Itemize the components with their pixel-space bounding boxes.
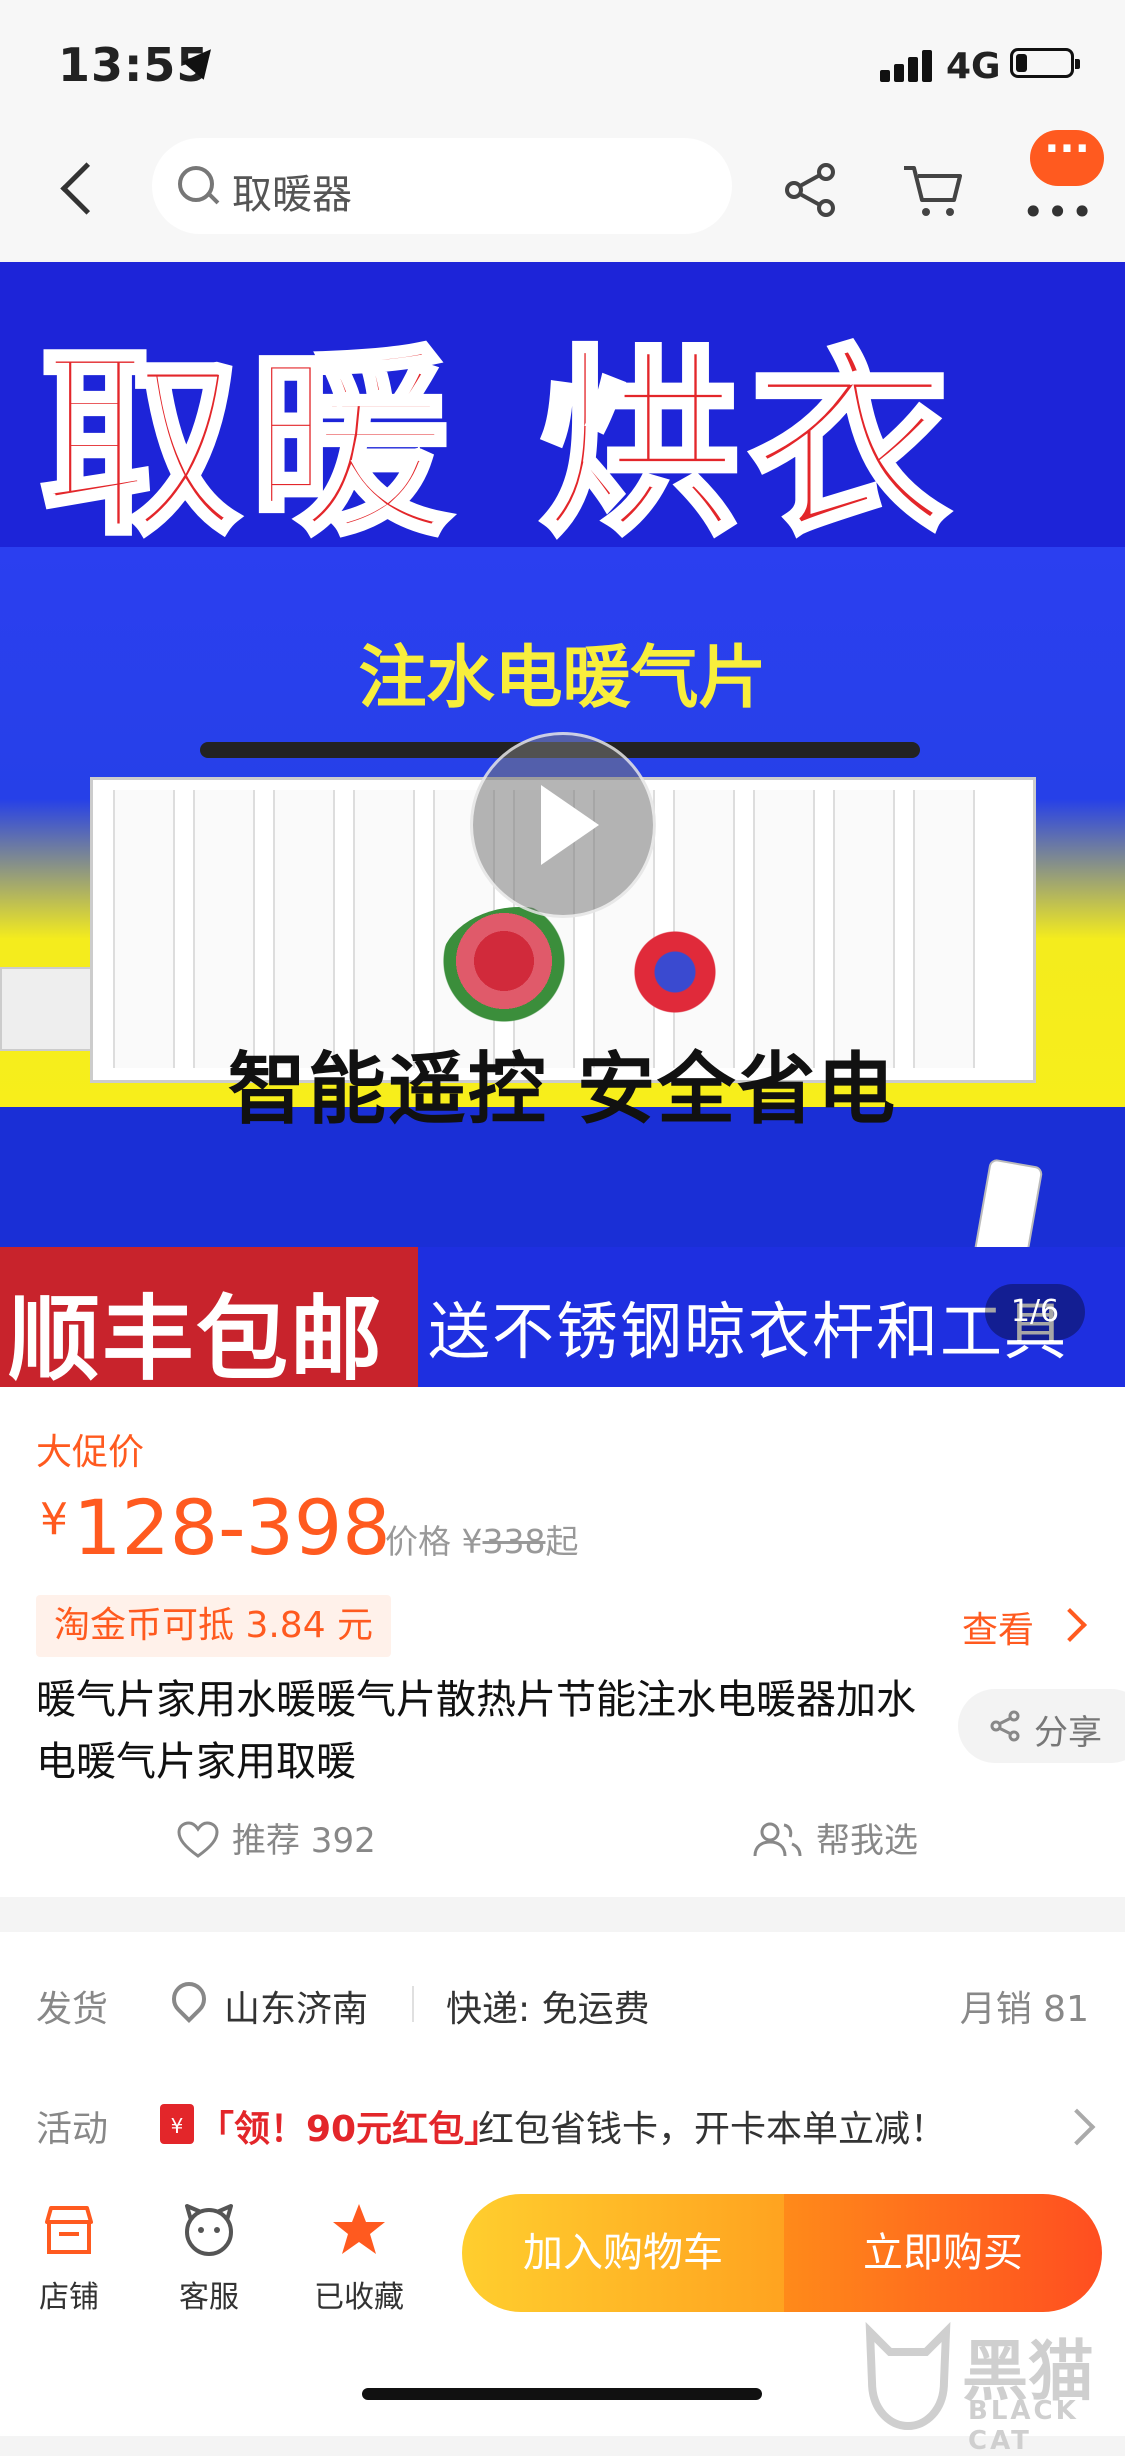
help-choose-label: 帮我选 bbox=[816, 1821, 918, 1861]
divider bbox=[412, 1986, 414, 2022]
more-icon[interactable]: ••• bbox=[1022, 190, 1095, 234]
share-icon[interactable] bbox=[780, 160, 840, 220]
shipping-section: 发货 山东济南 快递: 免运费 月销 81 活动 ¥ 「领！90元红包」 红包省… bbox=[0, 1932, 1125, 2192]
store-icon bbox=[45, 2206, 93, 2254]
buy-now-button[interactable]: 立即购买 bbox=[784, 2194, 1102, 2312]
play-video-button[interactable] bbox=[470, 732, 656, 918]
promo-label: 大促价 bbox=[36, 1432, 145, 1473]
service-label: 客服 bbox=[179, 2280, 239, 2315]
banner-subtitle: 注水电暖气片 bbox=[358, 639, 767, 718]
watermark-en: BLACK CAT bbox=[968, 2396, 1079, 2456]
heart-icon bbox=[177, 1821, 219, 1858]
banner-headline-area: 取暖 烘衣 bbox=[0, 262, 1125, 565]
cat-logo-icon bbox=[865, 2322, 951, 2430]
view-link[interactable]: 查看 bbox=[962, 1601, 1034, 1653]
cart-icon[interactable] bbox=[900, 160, 964, 220]
monthly-sales: 月销 81 bbox=[959, 1989, 1089, 2030]
coin-discount-badge: 淘金币可抵 3.84 元 bbox=[36, 1595, 392, 1657]
chevron-right-icon bbox=[1058, 2108, 1096, 2146]
shipping-row[interactable]: 发货 山东济南 快递: 免运费 月销 81 bbox=[0, 1942, 1125, 2062]
recommend-button[interactable]: 推荐 392 bbox=[176, 1813, 376, 1862]
original-price-label: 价格 ¥ bbox=[385, 1522, 483, 1561]
shipping-label: 发货 bbox=[36, 1989, 109, 2030]
chevron-right-icon bbox=[1053, 1608, 1087, 1642]
home-indicator bbox=[362, 2388, 762, 2400]
users-icon bbox=[753, 1822, 802, 1857]
banner-footer: 顺丰包邮 送不锈钢晾衣杆和工具 bbox=[0, 1247, 1125, 1387]
flower-decoration bbox=[620, 927, 730, 1017]
image-pager: 1/6 bbox=[985, 1284, 1085, 1340]
battery-icon bbox=[1010, 48, 1080, 78]
original-price: 价格 ¥338起 bbox=[385, 1515, 579, 1563]
store-label: 店铺 bbox=[39, 2280, 99, 2315]
price-range: 128-398 bbox=[73, 1483, 391, 1572]
search-icon bbox=[178, 166, 214, 202]
original-price-value: 338 bbox=[482, 1522, 546, 1561]
store-button[interactable]: 店铺 bbox=[14, 2200, 124, 2316]
share-button[interactable]: 分享 bbox=[958, 1689, 1125, 1763]
activity-row[interactable]: 活动 ¥ 「领！90元红包」 红包省钱卡，开卡本单立减！ bbox=[0, 2062, 1125, 2182]
location-pin-icon bbox=[164, 1974, 214, 2024]
gift-text: 送不锈钢晾衣杆和工具 bbox=[428, 1295, 1069, 1368]
share-icon bbox=[990, 1710, 1020, 1742]
service-button[interactable]: 客服 bbox=[154, 2200, 264, 2316]
search-query: 取暖器 bbox=[232, 172, 352, 218]
peony-decoration bbox=[440, 907, 600, 1027]
shipping-badge: 顺丰包邮 bbox=[8, 1285, 385, 1387]
message-badge[interactable]: ··· bbox=[1030, 129, 1104, 186]
watermark: 黑猫 BLACK CAT bbox=[850, 2318, 1125, 2456]
banner-slogan: 智能遥控 安全省电 bbox=[227, 1045, 898, 1135]
activity-tag: 「领！90元红包」 bbox=[198, 2109, 501, 2150]
product-image-carousel[interactable]: 取暖 烘衣 注水电暖气片 智能遥控 安全省电 顺丰包邮 送不锈钢晾衣杆和工具 1… bbox=[0, 262, 1125, 1387]
price-section: 大促价 ¥ 128-398 价格 ¥338起 淘金币可抵 3.84 元 查看 暖… bbox=[0, 1387, 1125, 1897]
top-nav: 取暖器 ··· ••• bbox=[0, 120, 1125, 260]
back-button[interactable] bbox=[56, 160, 96, 220]
help-choose-button[interactable]: 帮我选 bbox=[752, 1813, 918, 1862]
search-bar[interactable]: 取暖器 bbox=[152, 138, 732, 234]
price: ¥ 128-398 bbox=[40, 1483, 391, 1572]
ship-from-location: 山东济南 bbox=[224, 1989, 369, 2030]
currency-symbol: ¥ bbox=[40, 1494, 68, 1545]
banner-headline: 取暖 烘衣 bbox=[37, 324, 960, 565]
customer-service-icon bbox=[185, 2204, 233, 2256]
share-label: 分享 bbox=[1034, 1713, 1102, 1753]
add-to-cart-button[interactable]: 加入购物车 bbox=[462, 2194, 784, 2312]
original-price-suffix: 起 bbox=[545, 1522, 579, 1561]
favorite-label: 已收藏 bbox=[314, 2280, 404, 2315]
status-bar: 13:55 4G bbox=[0, 0, 1125, 140]
express-fee: 快递: 免运费 bbox=[446, 1989, 650, 2030]
red-envelope-icon: ¥ bbox=[160, 2104, 194, 2144]
recommend-label: 推荐 392 bbox=[232, 1821, 376, 1861]
activity-label: 活动 bbox=[36, 2109, 109, 2150]
signal-icon bbox=[880, 48, 936, 82]
star-icon bbox=[333, 2204, 385, 2254]
purchase-buttons: 加入购物车 立即购买 bbox=[462, 2194, 1102, 2312]
favorite-button[interactable]: 已收藏 bbox=[304, 2200, 414, 2316]
product-title: 暖气片家用水暖暖气片散热片节能注水电暖器加水电暖气片家用取暖 bbox=[36, 1677, 916, 1785]
activity-text: 红包省钱卡，开卡本单立减！ bbox=[478, 2109, 947, 2150]
network-type: 4G bbox=[946, 46, 1001, 87]
